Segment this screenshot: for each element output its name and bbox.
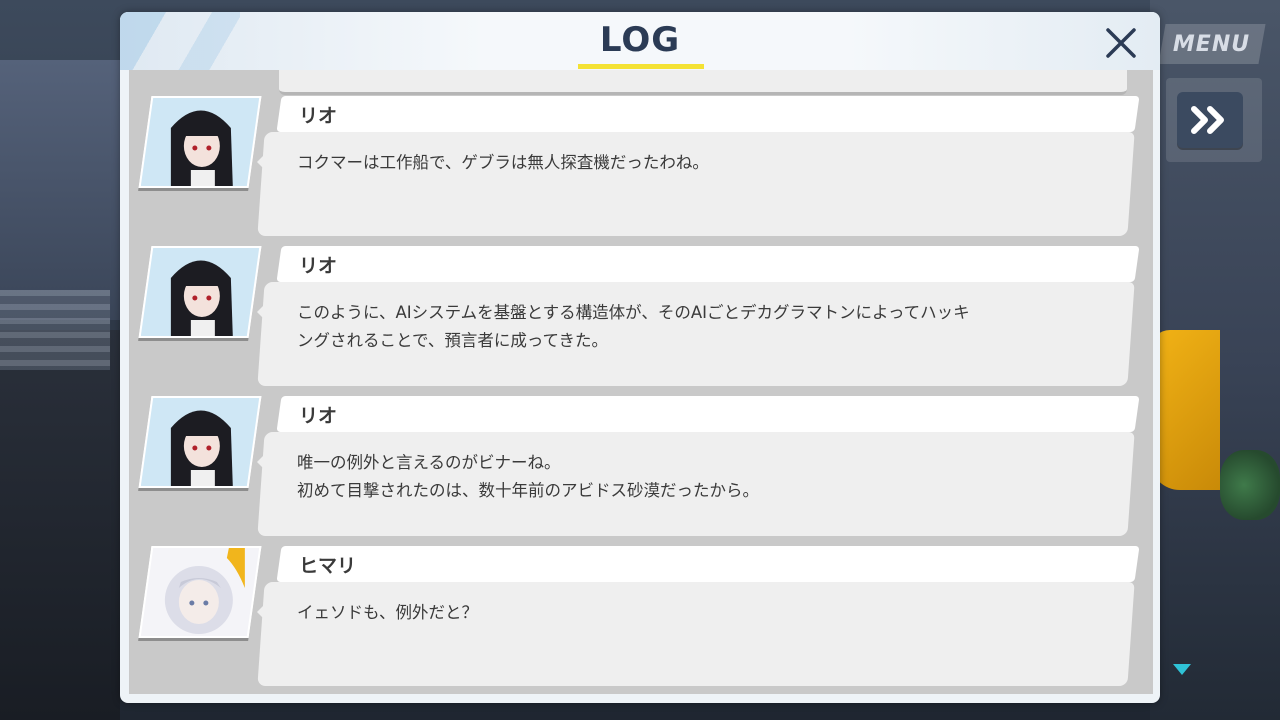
speaker-tab: [276, 546, 1140, 582]
dialogue-bubble: [257, 582, 1135, 686]
log-title: LOG: [599, 20, 681, 60]
menu-button-label: MENU: [1173, 31, 1251, 57]
background-robot: [1150, 330, 1220, 490]
speaker-name: ヒマリ: [299, 555, 357, 577]
rio-avatar: [140, 248, 261, 338]
log-entry: リオ このように、AIシステムを基盤とする構造体が、そのAIごとデカグラマトンに…: [129, 246, 1153, 386]
character-portrait: [138, 96, 262, 188]
character-portrait: [138, 246, 262, 338]
previous-entry-edge: [279, 70, 1127, 95]
close-button[interactable]: [1100, 22, 1142, 64]
rio-avatar: [140, 98, 261, 188]
dialogue-line: ングされることで、預言者に成ってきた。: [297, 331, 609, 350]
title-underline: [578, 64, 704, 69]
dialogue-bubble: [257, 132, 1135, 236]
dialogue-line: 唯一の例外と言えるのがビナーね。: [297, 453, 561, 472]
speaker-name: リオ: [299, 105, 338, 127]
next-indicator-icon: [1173, 664, 1191, 675]
log-entry: リオ 唯一の例外と言えるのがビナーね。 初めて目撃されたのは、数十年前のアビドス…: [129, 396, 1153, 536]
dialogue-text: このように、AIシステムを基盤とする構造体が、そのAIごとデカグラマトンによって…: [297, 299, 1097, 355]
background-stairs: [0, 290, 110, 370]
log-entry: リオ コクマーは工作船で、ゲブラは無人探査機だったわね。: [129, 96, 1153, 236]
dialogue-text: 唯一の例外と言えるのがビナーね。 初めて目撃されたのは、数十年前のアビドス砂漠だ…: [297, 449, 1097, 505]
dialogue-line: コクマーは工作船で、ゲブラは無人探査機だったわね。: [297, 153, 709, 172]
log-header: LOG: [120, 12, 1160, 70]
dialogue-line: イェソドも、例外だと？: [297, 603, 479, 622]
close-icon: [1106, 28, 1136, 58]
dialogue-text: コクマーは工作船で、ゲブラは無人探査機だったわね。: [297, 149, 1097, 177]
menu-button[interactable]: MENU: [1158, 24, 1266, 64]
himari-avatar: [140, 548, 261, 638]
character-portrait: [138, 396, 262, 488]
speaker-name: リオ: [299, 255, 338, 277]
speaker-tab: [276, 396, 1140, 432]
background-shadow-figure: [0, 330, 120, 720]
dialogue-line: 初めて目撃されたのは、数十年前のアビドス砂漠だったから。: [297, 481, 759, 500]
background-window: [0, 60, 120, 320]
log-entry: ヒマリ イェソドも、例外だと？: [129, 546, 1153, 686]
speaker-name: リオ: [299, 405, 338, 427]
dialogue-text: イェソドも、例外だと？: [297, 599, 1097, 627]
dialogue-line: このように、AIシステムを基盤とする構造体が、そのAIごとデカグラマトンによって…: [297, 303, 970, 322]
log-list[interactable]: リオ コクマーは工作船で、ゲブラは無人探査機だったわね。 リオ このように、AI…: [129, 70, 1153, 694]
background-plant: [1220, 450, 1280, 520]
character-portrait: [138, 546, 262, 638]
fast-forward-icon: [1191, 106, 1224, 134]
log-window: LOG リオ コクマーは工作船で、ゲブラは無人探査機だったわね。 リオ このよう…: [120, 12, 1160, 703]
speaker-tab: [276, 96, 1140, 132]
rio-avatar: [140, 398, 261, 488]
speaker-tab: [276, 246, 1140, 282]
fast-forward-button[interactable]: [1177, 92, 1243, 148]
